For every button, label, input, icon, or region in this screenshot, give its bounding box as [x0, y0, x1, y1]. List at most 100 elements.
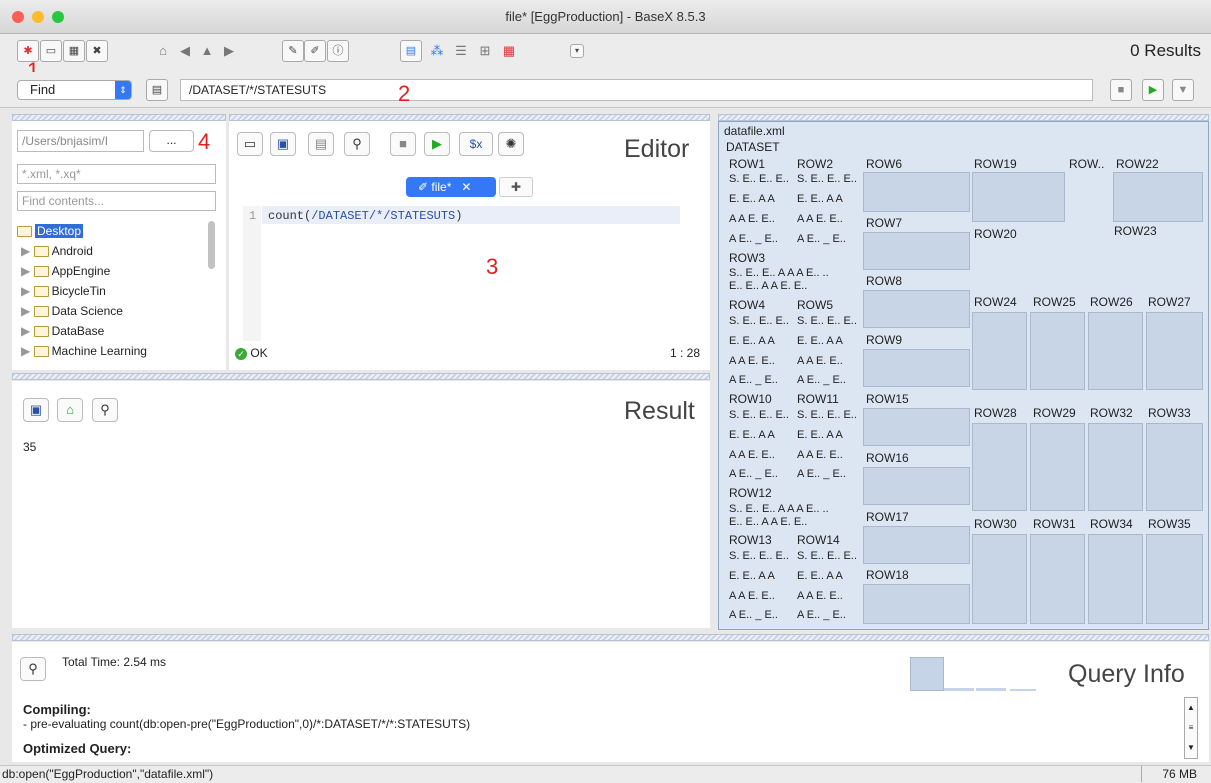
- map-block[interactable]: [863, 408, 970, 446]
- add-tab-icon[interactable]: ✚: [499, 177, 533, 197]
- map-row-label[interactable]: ROW9: [866, 333, 902, 347]
- map-row-label[interactable]: ROW12: [729, 486, 772, 500]
- map-block[interactable]: [972, 312, 1027, 390]
- run-icon[interactable]: ▶: [1142, 79, 1164, 101]
- map-block[interactable]: [1146, 312, 1203, 390]
- map-row-label[interactable]: ROW15: [866, 392, 909, 406]
- map-row-label[interactable]: ROW7: [866, 216, 902, 230]
- map-block[interactable]: [863, 584, 970, 624]
- tree-item[interactable]: ▶ Data Science: [17, 301, 207, 321]
- find-mode-select[interactable]: Find ⇕: [17, 80, 132, 100]
- map-block[interactable]: [1146, 534, 1203, 624]
- map-row-label[interactable]: ROW31: [1033, 517, 1076, 531]
- map-block[interactable]: [863, 467, 970, 505]
- map-row-label[interactable]: ROW29: [1033, 406, 1076, 420]
- plot-view-icon[interactable]: ⊞: [474, 40, 496, 62]
- run-icon[interactable]: ▶: [424, 132, 450, 156]
- stop-icon[interactable]: ■: [390, 132, 416, 156]
- home-icon[interactable]: ⌂: [57, 398, 83, 422]
- tree-item[interactable]: ▶ Machine Learning: [17, 341, 207, 361]
- map-block[interactable]: [972, 423, 1027, 511]
- memory-indicator[interactable]: 76 MB: [1141, 766, 1197, 782]
- map-block[interactable]: [1146, 423, 1203, 511]
- map-row-label[interactable]: ROW27: [1148, 295, 1191, 309]
- search-icon[interactable]: ⚲: [344, 132, 370, 156]
- map-row-label[interactable]: ROW32: [1090, 406, 1133, 420]
- search-icon[interactable]: ⚲: [92, 398, 118, 422]
- close-tab-icon[interactable]: ✕: [461, 180, 471, 194]
- map-row-label[interactable]: ROW23: [1114, 224, 1157, 238]
- map-block[interactable]: [1030, 534, 1085, 624]
- forward-icon[interactable]: ▶: [218, 40, 240, 62]
- tree-item[interactable]: ▶ AppEngine: [17, 261, 207, 281]
- save-icon[interactable]: ▣: [23, 398, 49, 422]
- close-window-button[interactable]: [12, 11, 24, 23]
- save-icon[interactable]: ▣: [270, 132, 296, 156]
- map-block[interactable]: [1030, 423, 1085, 511]
- files-scrollbar[interactable]: [208, 221, 215, 269]
- map-block[interactable]: [1088, 312, 1143, 390]
- map-row-label[interactable]: ROW13: [729, 533, 772, 547]
- browse-button[interactable]: ...: [149, 130, 194, 152]
- find-contents-input[interactable]: Find contents...: [17, 191, 216, 211]
- map-row-label[interactable]: ROW28: [974, 406, 1017, 420]
- map-row-label[interactable]: ROW3: [729, 251, 765, 265]
- map-block[interactable]: [972, 172, 1065, 222]
- filter-input[interactable]: *.xml, *.xq*: [17, 164, 216, 184]
- tree-item[interactable]: ▶ BicycleTin: [17, 281, 207, 301]
- map-row-label[interactable]: ROW22: [1116, 157, 1159, 171]
- map-row-label[interactable]: ROW20: [974, 227, 1017, 241]
- path-input[interactable]: /Users/bnjasim/I: [17, 130, 144, 152]
- map-block[interactable]: [1113, 172, 1203, 222]
- tree-item[interactable]: ▶ Android: [17, 241, 207, 261]
- database-icon[interactable]: ▦: [63, 40, 85, 62]
- map-view-icon[interactable]: ▤: [400, 40, 422, 62]
- close-database-icon[interactable]: ✖: [86, 40, 108, 62]
- home-icon[interactable]: ⌂: [152, 40, 174, 62]
- search-icon[interactable]: ⚲: [20, 657, 46, 681]
- map-row-label[interactable]: ROW30: [974, 517, 1017, 531]
- map-block[interactable]: [863, 172, 970, 212]
- map-row-label[interactable]: ROW24: [974, 295, 1017, 309]
- map-row-label[interactable]: ROW5: [797, 298, 833, 312]
- folder-view-icon[interactable]: ☰: [450, 40, 472, 62]
- document-icon[interactable]: ▤: [308, 132, 334, 156]
- map-row-label[interactable]: ROW17: [866, 510, 909, 524]
- back-icon[interactable]: ◀: [174, 40, 196, 62]
- up-icon[interactable]: ▲: [196, 40, 218, 62]
- map-block[interactable]: [863, 232, 970, 270]
- debug-icon[interactable]: ✺: [498, 132, 524, 156]
- map-row-label[interactable]: ROW26: [1090, 295, 1133, 309]
- map-block[interactable]: [863, 526, 970, 564]
- map-block[interactable]: [1030, 312, 1085, 390]
- map-row-label[interactable]: ROW19: [974, 157, 1017, 171]
- edit-icon[interactable]: ✎: [282, 40, 304, 62]
- map-row-label[interactable]: ROW16: [866, 451, 909, 465]
- open-file-icon[interactable]: ▭: [237, 132, 263, 156]
- map-block[interactable]: [1088, 534, 1143, 624]
- more-views-icon[interactable]: ▾: [570, 44, 584, 58]
- map-row-label[interactable]: ROW18: [866, 568, 909, 582]
- query-input[interactable]: /DATASET/*/STATESUTS: [180, 79, 1093, 101]
- stop-icon[interactable]: ■: [1110, 79, 1132, 101]
- map-block[interactable]: [863, 290, 970, 328]
- map-row-label[interactable]: ROW35: [1148, 517, 1191, 531]
- map-row-label[interactable]: ROW14: [797, 533, 840, 547]
- table-view-icon[interactable]: ▦: [498, 40, 520, 62]
- map-row-label[interactable]: ROW6: [866, 157, 902, 171]
- info-icon[interactable]: ⓘ: [327, 40, 349, 62]
- tree-item-desktop[interactable]: Desktop: [17, 221, 207, 241]
- document-icon[interactable]: ▤: [146, 79, 168, 101]
- map-block[interactable]: [863, 349, 970, 387]
- map-row-label[interactable]: ROW..: [1069, 157, 1104, 171]
- code-editor[interactable]: count(/DATASET/*/STATESUTS): [268, 209, 462, 223]
- variables-icon[interactable]: $x: [459, 132, 493, 156]
- map-block[interactable]: [972, 534, 1027, 624]
- tab-file[interactable]: ✐ file* ✕: [406, 177, 496, 197]
- open-folder-icon[interactable]: ▭: [40, 40, 62, 62]
- map-row-label[interactable]: ROW25: [1033, 295, 1076, 309]
- map-block[interactable]: [1088, 423, 1143, 511]
- map-row-label[interactable]: ROW33: [1148, 406, 1191, 420]
- tool-icon[interactable]: ✐: [304, 40, 326, 62]
- tree-item[interactable]: ▶ DataBase: [17, 321, 207, 341]
